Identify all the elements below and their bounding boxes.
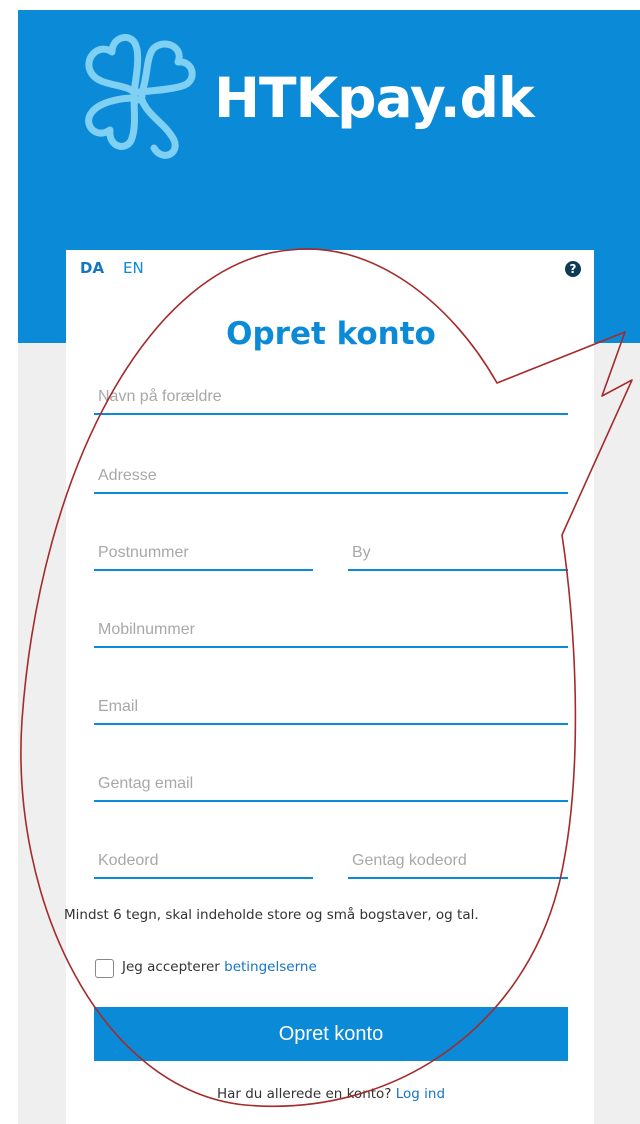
parent-name-field[interactable] (94, 381, 568, 415)
page-title: Opret konto (226, 316, 436, 352)
page: HTKpay.dk DA EN ? Opret konto Mindst 6 t… (0, 0, 640, 1124)
terms-link[interactable]: betingelserne (224, 959, 317, 975)
postal-code-field[interactable] (94, 537, 313, 571)
login-link[interactable]: Log ind (396, 1086, 445, 1102)
mobile-field[interactable] (94, 614, 568, 648)
language-da[interactable]: DA (80, 259, 104, 277)
password-hint: Mindst 6 tegn, skal indeholde store og s… (64, 907, 479, 923)
login-prompt-text: Har du allerede en konto? (216, 1086, 396, 1102)
repeat-email-field[interactable] (94, 768, 568, 802)
language-en[interactable]: EN (123, 259, 144, 277)
help-icon[interactable]: ? (565, 261, 581, 277)
brand-name: HTKpay.dk (214, 66, 535, 130)
address-field[interactable] (94, 460, 568, 494)
login-prompt: Har du allerede en konto? Log ind (94, 1086, 568, 1102)
password-field[interactable] (94, 845, 313, 879)
create-account-button[interactable]: Opret konto (94, 1007, 568, 1061)
repeat-password-field[interactable] (348, 845, 568, 879)
email-field[interactable] (94, 691, 568, 725)
four-leaf-clover-icon (85, 34, 196, 159)
terms-checkbox[interactable] (95, 959, 114, 978)
terms-label: Jeg accepterer betingelserne (122, 959, 317, 975)
terms-prefix: Jeg accepterer (122, 959, 225, 975)
city-field[interactable] (348, 537, 568, 571)
